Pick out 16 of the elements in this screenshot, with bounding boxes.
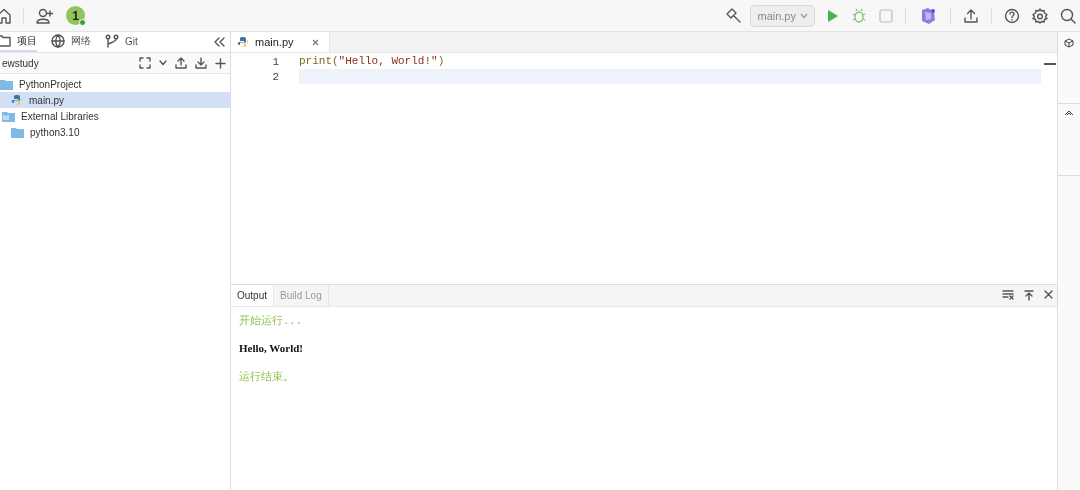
output-line: Hello, World! (238, 341, 304, 355)
tree-item[interactable]: External Libraries (0, 108, 230, 124)
output-tab[interactable]: Output (231, 285, 275, 306)
editor-tab[interactable]: main.py (231, 32, 330, 52)
avatar-badge[interactable]: 1 (66, 6, 85, 25)
output-line: 开始运行... (238, 313, 303, 327)
line-number: 2 (271, 70, 280, 83)
output-line: 运行结束。 (238, 369, 295, 383)
tree-item[interactable]: python3.10 (0, 124, 230, 140)
tree-item[interactable]: PythonProject (0, 76, 230, 92)
code-line: print("Hello, World!") (299, 54, 446, 69)
tree-item[interactable]: main.py (0, 92, 230, 108)
sidebar-tab[interactable]: Git (105, 32, 138, 52)
line-number: 1 (271, 55, 280, 68)
sidebar-tab[interactable]: 网络 (51, 32, 91, 52)
project-name: ewstudy (2, 57, 40, 69)
